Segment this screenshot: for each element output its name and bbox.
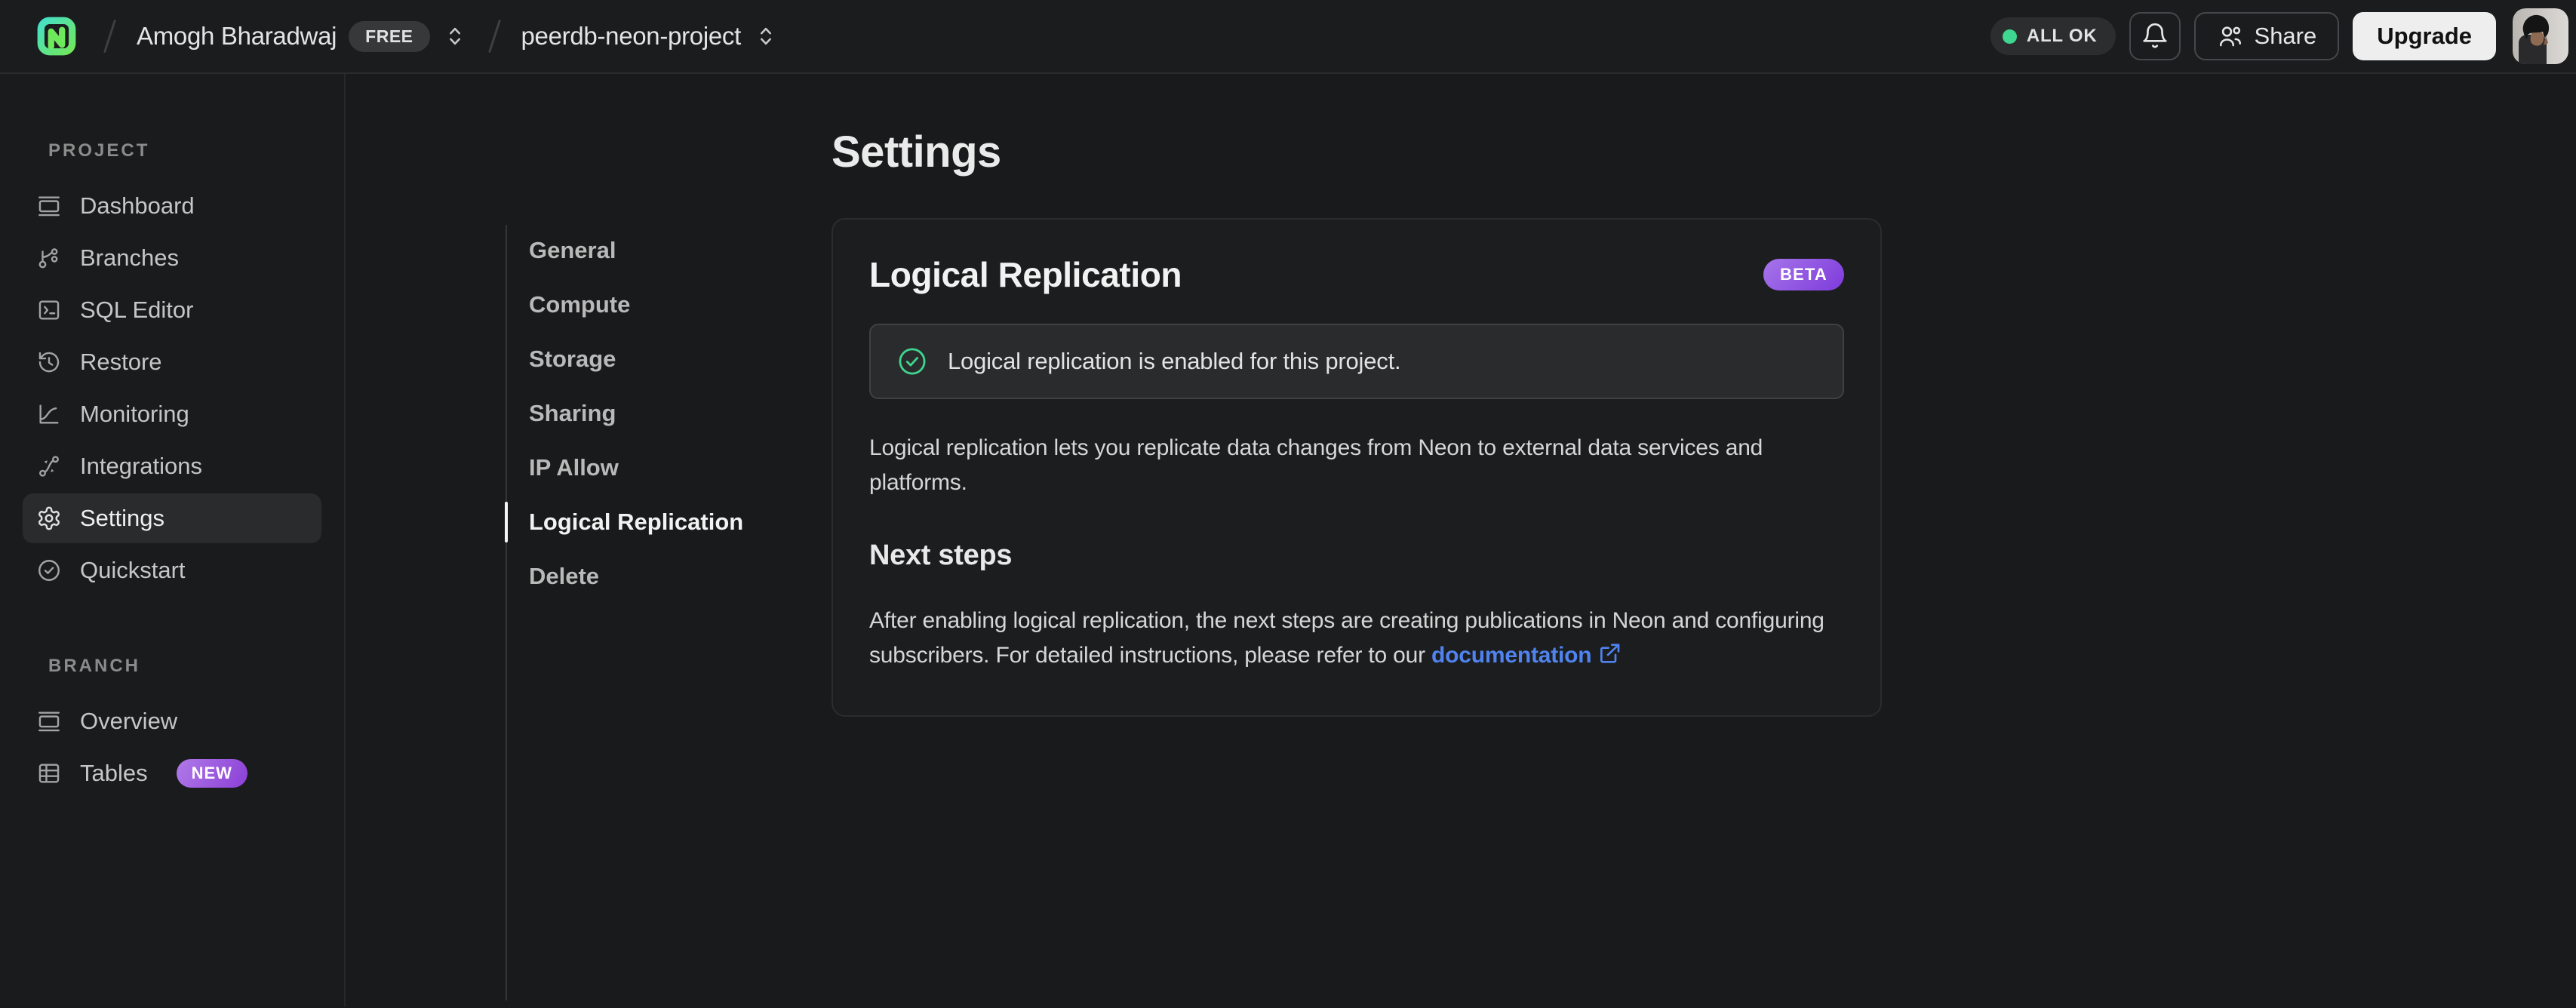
subnav-item-storage[interactable]: Storage — [506, 332, 832, 386]
notifications-button[interactable] — [2129, 12, 2181, 60]
sidebar-item-dashboard[interactable]: Dashboard — [23, 181, 321, 231]
terminal-icon — [38, 300, 60, 320]
gear-icon — [38, 506, 60, 530]
user-avatar[interactable] — [2513, 8, 2568, 64]
subnav-item-ip-allow[interactable]: IP Allow — [506, 441, 832, 495]
sidebar-item-restore[interactable]: Restore — [23, 337, 321, 387]
subnav-item-sharing[interactable]: Sharing — [506, 386, 832, 441]
top-bar: Amogh Bharadwaj FREE peerdb-neon-project… — [0, 0, 2576, 74]
beta-badge: BETA — [1763, 259, 1844, 290]
sidebar-item-overview[interactable]: Overview — [23, 696, 321, 746]
neon-logo[interactable] — [35, 14, 78, 58]
subnav-item-delete[interactable]: Delete — [506, 549, 832, 604]
dashboard-icon — [38, 196, 60, 217]
next-steps-text: After enabling logical replication, the … — [869, 604, 1844, 673]
project-name: peerdb-neon-project — [521, 22, 742, 50]
sidebar-item-quickstart[interactable]: Quickstart — [23, 545, 321, 595]
subnav-item-general[interactable]: General — [506, 223, 832, 278]
sidebar-item-label: Quickstart — [80, 557, 186, 583]
sidebar-item-label: Dashboard — [80, 192, 195, 219]
users-icon — [2219, 26, 2241, 47]
next-steps-text-body: After enabling logical replication, the … — [869, 608, 1824, 668]
git-branch-icon — [38, 248, 58, 269]
status-dot-icon — [2002, 29, 2017, 44]
logical-replication-card: Logical Replication BETA Logical replica… — [832, 218, 1882, 717]
sidebar-item-branches[interactable]: Branches — [23, 233, 321, 283]
success-check-icon — [899, 348, 926, 375]
sidebar-item-label: Restore — [80, 349, 162, 375]
status-indicator[interactable]: ALL OK — [1990, 17, 2116, 55]
plan-badge: FREE — [349, 20, 430, 52]
external-link-icon — [1600, 644, 1620, 663]
sidebar-section-branch: BRANCH — [48, 656, 140, 676]
sidebar-item-label: Branches — [80, 244, 179, 271]
share-label: Share — [2254, 23, 2317, 49]
org-name: Amogh Bharadwaj — [137, 22, 337, 50]
sidebar-item-label: Settings — [80, 505, 165, 531]
sidebar-item-integrations[interactable]: Integrations — [23, 441, 321, 491]
check-circle-icon — [38, 560, 60, 581]
sidebar-item-monitoring[interactable]: Monitoring — [23, 389, 321, 439]
project-switcher[interactable]: peerdb-neon-project — [517, 19, 784, 54]
sidebar-item-label: Tables — [80, 760, 148, 786]
breadcrumb-slash — [487, 19, 501, 54]
card-title: Logical Replication — [869, 255, 1182, 294]
neon-logo-icon — [37, 17, 76, 56]
avatar-image — [2513, 8, 2568, 64]
sidebar-item-tables[interactable]: Tables NEW — [23, 748, 321, 798]
description-text: Logical replication lets you replicate d… — [869, 435, 1763, 495]
bell-icon — [2142, 23, 2167, 48]
banner-text: Logical replication is enabled for this … — [948, 348, 1401, 374]
subnav-item-logical-replication[interactable]: Logical Replication — [505, 495, 832, 549]
status-label: ALL OK — [2026, 26, 2098, 46]
sidebar: PROJECT Dashboard Branches SQL Editor Re… — [0, 74, 346, 1006]
sidebar-item-label: SQL Editor — [80, 297, 194, 323]
settings-content: Settings Logical Replication BETA Logica… — [832, 74, 1882, 1006]
chevrons-up-down-icon — [761, 27, 771, 45]
documentation-link[interactable]: documentation — [1431, 643, 1592, 668]
integrations-icon — [39, 456, 59, 477]
new-badge: NEW — [176, 759, 247, 788]
sidebar-item-settings[interactable]: Settings — [23, 493, 321, 543]
subnav-item-compute[interactable]: Compute — [506, 278, 832, 332]
sidebar-item-label: Integrations — [80, 453, 202, 479]
next-steps-title: Next steps — [869, 539, 1013, 571]
chart-line-icon — [39, 404, 59, 424]
org-switcher[interactable]: Amogh Bharadwaj FREE — [132, 18, 472, 55]
table-icon — [38, 764, 60, 783]
sidebar-item-sql-editor[interactable]: SQL Editor — [23, 285, 321, 335]
breadcrumb-slash — [103, 19, 117, 54]
enabled-banner: Logical replication is enabled for this … — [869, 324, 1844, 399]
sidebar-item-label: Monitoring — [80, 401, 189, 427]
upgrade-button[interactable]: Upgrade — [2353, 12, 2496, 60]
sidebar-section-project: PROJECT — [48, 140, 150, 161]
sidebar-item-label: Overview — [80, 708, 178, 734]
settings-subnav: General Compute Storage Sharing IP Allow… — [505, 219, 832, 1006]
chevrons-up-down-icon — [449, 27, 460, 45]
overview-icon — [38, 711, 60, 732]
page-title: Settings — [832, 128, 1001, 177]
share-button[interactable]: Share — [2193, 12, 2340, 60]
history-icon — [38, 352, 60, 373]
